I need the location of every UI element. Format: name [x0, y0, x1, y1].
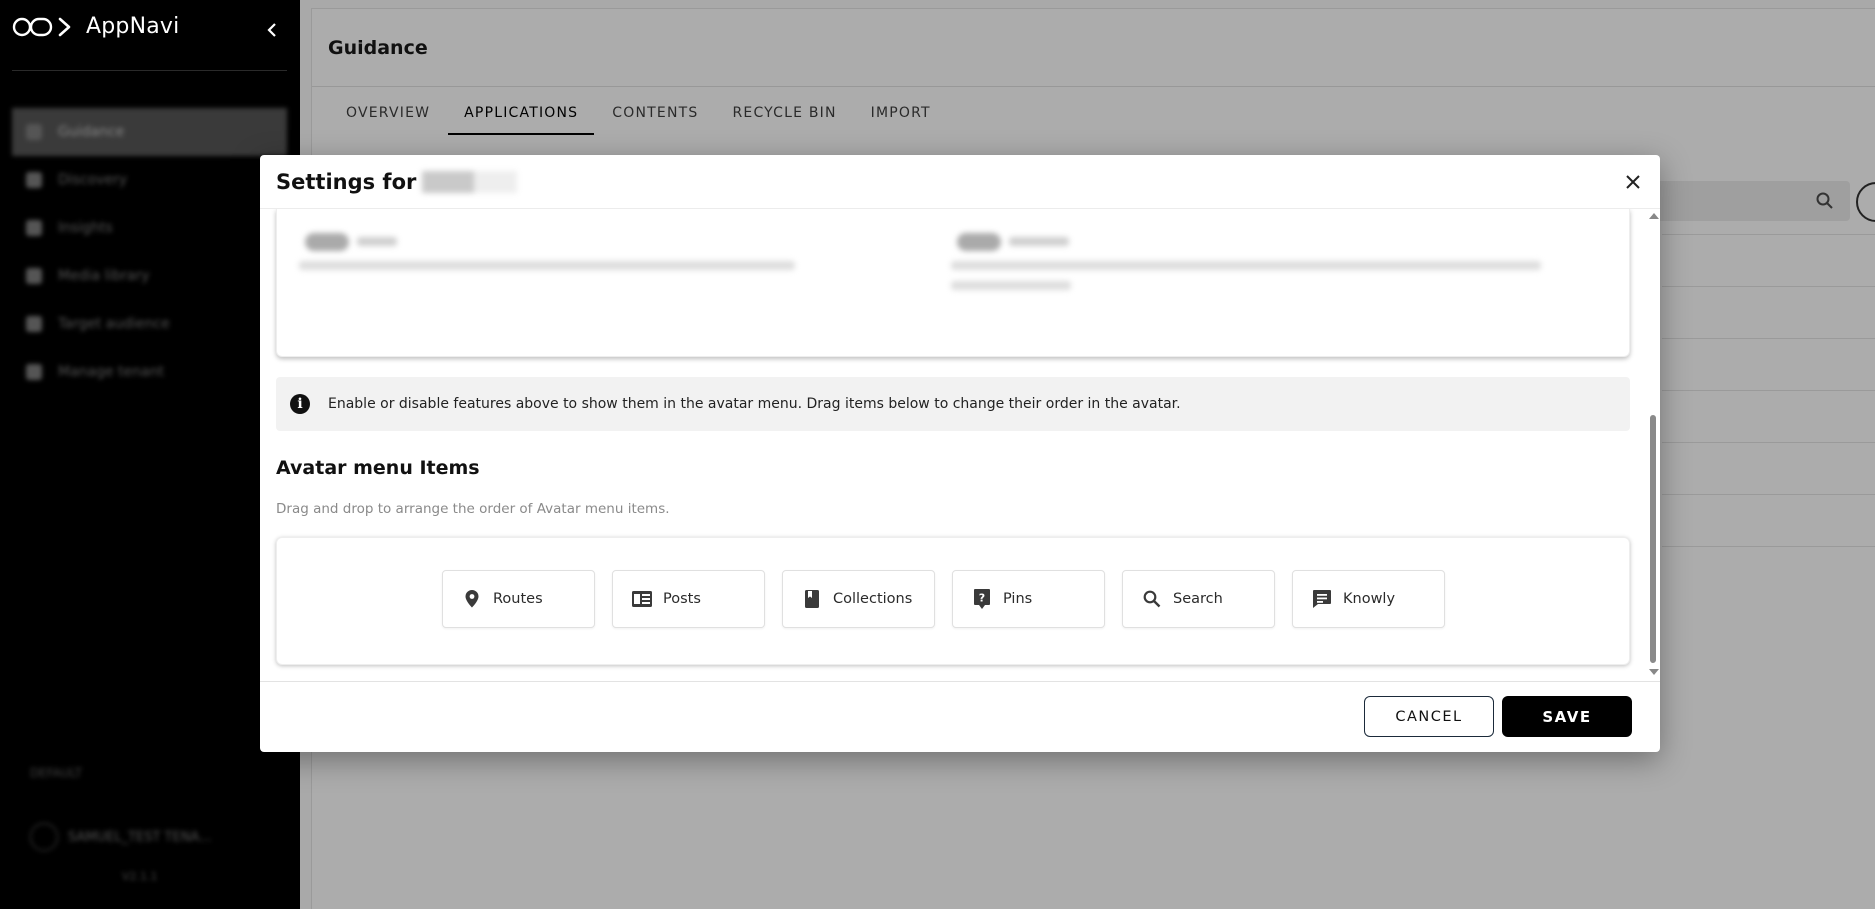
redacted-app-name — [422, 170, 518, 193]
section-title: Avatar menu Items — [276, 457, 480, 479]
save-button[interactable]: SAVE — [1502, 696, 1632, 737]
sidebar-item-label: Guidance — [58, 124, 125, 140]
table-row-divider — [1662, 390, 1875, 391]
page-header: Guidance — [312, 9, 1875, 87]
feature-toggle[interactable] — [957, 233, 1001, 251]
feature-label — [1009, 237, 1069, 246]
dialog-title: Settings for — [276, 169, 417, 194]
menu-item-label: Routes — [493, 591, 543, 607]
table-row-divider — [1662, 546, 1875, 547]
close-button[interactable] — [1620, 169, 1646, 195]
avatar — [30, 823, 58, 851]
dialog-footer: CANCEL SAVE — [260, 681, 1660, 752]
search-icon — [1141, 588, 1163, 610]
feature-label — [357, 237, 397, 246]
menu-item-pins[interactable]: ? Pins — [952, 570, 1105, 628]
discovery-icon — [26, 172, 42, 188]
sidebar-item-target-audience[interactable]: Target audience — [12, 300, 287, 348]
sidebar-item-insights[interactable]: Insights — [12, 204, 287, 252]
tab-overview[interactable]: OVERVIEW — [330, 105, 446, 135]
settings-dialog: Settings for i Enable or disable feature… — [260, 155, 1660, 752]
tenant-selector[interactable]: SAMUEL_TEST TENA... — [30, 823, 212, 851]
feature-description — [299, 261, 795, 270]
tab-applications[interactable]: APPLICATIONS — [448, 105, 595, 135]
info-icon: i — [290, 394, 310, 414]
scroll-up-arrow-icon[interactable] — [1649, 213, 1659, 219]
avatar-menu-items-card: Routes Posts Collections ? Pins Search K… — [276, 537, 1630, 665]
chevron-left-icon — [267, 23, 276, 37]
menu-item-collections[interactable]: Collections — [782, 570, 935, 628]
sidebar-item-media-library[interactable]: Media library — [12, 252, 287, 300]
menu-item-search[interactable]: Search — [1122, 570, 1275, 628]
tenant-name: SAMUEL_TEST TENA... — [68, 829, 212, 845]
newspaper-icon — [631, 588, 653, 610]
section-subtitle: Drag and drop to arrange the order of Av… — [276, 501, 670, 517]
tab-bar: OVERVIEW APPLICATIONS CONTENTS RECYCLE B… — [312, 105, 1875, 135]
location-pin-icon — [461, 588, 483, 610]
sidebar-item-label: Manage tenant — [58, 364, 164, 380]
manage-tenant-icon — [26, 364, 42, 380]
sidebar-item-label: Discovery — [58, 172, 128, 188]
sidebar-item-label: Insights — [58, 220, 113, 236]
feature-toggle[interactable] — [305, 233, 349, 251]
sidebar-nav: Guidance Discovery Insights Media librar… — [12, 108, 287, 396]
table-row-divider — [1662, 494, 1875, 495]
sidebar-divider — [12, 70, 287, 71]
menu-item-routes[interactable]: Routes — [442, 570, 595, 628]
collapse-sidebar-button[interactable] — [262, 18, 282, 42]
search-icon — [1816, 192, 1833, 209]
info-banner: i Enable or disable features above to sh… — [276, 377, 1630, 431]
menu-item-label: Pins — [1003, 591, 1033, 607]
svg-text:?: ? — [979, 592, 985, 605]
appnavi-logo-icon — [12, 16, 74, 38]
menu-item-knowly[interactable]: Knowly — [1292, 570, 1445, 628]
page-title: Guidance — [328, 36, 428, 59]
dialog-scrollbar[interactable] — [1648, 209, 1659, 681]
tab-import[interactable]: IMPORT — [855, 105, 947, 135]
dialog-header: Settings for — [260, 155, 1660, 209]
book-icon — [801, 588, 823, 610]
help-pin-icon: ? — [971, 588, 993, 610]
sidebar-item-guidance[interactable]: Guidance — [12, 108, 287, 156]
menu-item-label: Collections — [833, 591, 913, 607]
media-library-icon — [26, 268, 42, 284]
menu-item-label: Posts — [663, 591, 701, 607]
table-row-divider — [1662, 442, 1875, 443]
tenant-section-label: DEFAULT — [30, 766, 82, 780]
sidebar-item-label: Target audience — [58, 316, 170, 332]
scroll-down-arrow-icon[interactable] — [1649, 669, 1659, 675]
brand: AppNavi — [12, 14, 179, 39]
avatar-menu-items-list: Routes Posts Collections ? Pins Search K… — [442, 570, 1445, 628]
tab-recycle-bin[interactable]: RECYCLE BIN — [716, 105, 852, 135]
target-audience-icon — [26, 316, 42, 332]
menu-item-label: Search — [1173, 591, 1223, 607]
tab-contents[interactable]: CONTENTS — [596, 105, 714, 135]
table-row-divider — [1662, 338, 1875, 339]
sidebar: AppNavi Guidance Discovery Insights Medi… — [0, 0, 300, 909]
close-icon — [1626, 175, 1640, 189]
dialog-body: i Enable or disable features above to sh… — [260, 209, 1652, 681]
cancel-button[interactable]: CANCEL — [1364, 696, 1494, 737]
sidebar-item-label: Media library — [58, 268, 150, 284]
chat-icon — [1311, 588, 1333, 610]
brand-name: AppNavi — [86, 14, 180, 39]
feature-description — [951, 261, 1541, 270]
scroll-thumb[interactable] — [1650, 415, 1656, 663]
menu-item-posts[interactable]: Posts — [612, 570, 765, 628]
feature-description — [951, 281, 1071, 290]
sidebar-item-discovery[interactable]: Discovery — [12, 156, 287, 204]
menu-item-label: Knowly — [1343, 591, 1396, 607]
guidance-icon — [26, 124, 42, 140]
table-row-divider — [1662, 286, 1875, 287]
info-text: Enable or disable features above to show… — [328, 396, 1181, 412]
app-version: V2.1.1 — [122, 870, 158, 883]
features-card — [276, 209, 1630, 357]
insights-icon — [26, 220, 42, 236]
sidebar-item-manage-tenant[interactable]: Manage tenant — [12, 348, 287, 396]
table-row-divider — [1662, 234, 1875, 235]
